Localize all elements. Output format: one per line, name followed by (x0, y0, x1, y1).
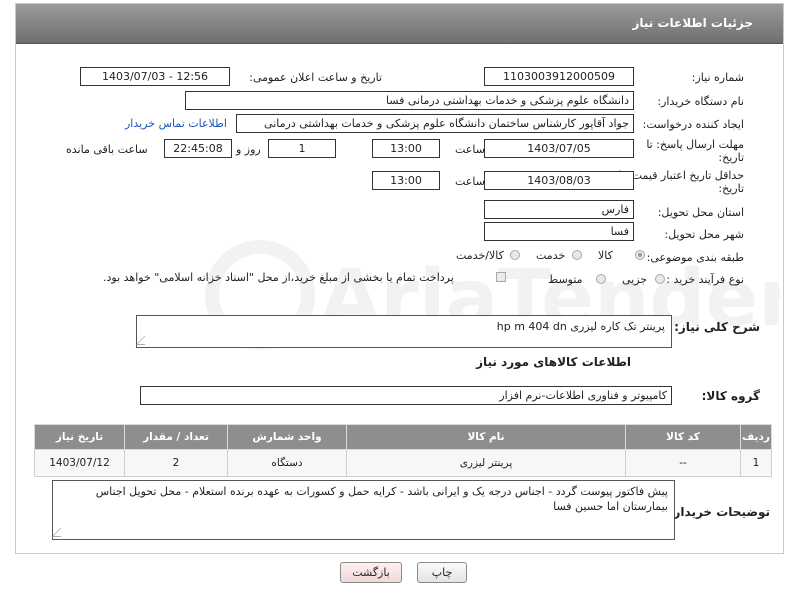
reply-deadline-label: مهلت ارسال پاسخ: تا (646, 138, 744, 151)
goods-group-field: کامپیوتر و فناوری اطلاعات-نرم افزار (140, 386, 672, 405)
page-title: جزئیات اطلاعات نیاز (632, 16, 753, 30)
category-goods-radio[interactable] (635, 250, 645, 260)
treasury-note: پرداخت تمام یا بخشی از مبلغ خرید،از محل … (103, 271, 454, 284)
price-validity-label-date: تاریخ: (718, 182, 744, 195)
goods-group-label: گروه کالا: (701, 389, 760, 403)
buyer-notes-label: توضیحات خریدار: (668, 505, 770, 519)
creator-field: جواد آقاپور کارشناس ساختمان دانشگاه علوم… (236, 114, 634, 133)
goods-info-title: اطلاعات کالاهای مورد نیاز (476, 355, 631, 369)
description-textarea: پرینتر تک کاره لیزری hp m 404 dn (135, 315, 672, 348)
reply-days-label: روز و (236, 143, 261, 156)
process-medium-radio[interactable] (596, 274, 606, 284)
need-number-label: شماره نیاز: (691, 71, 744, 84)
remaining-time-field: 22:45:08 (164, 139, 232, 158)
items-table: ردیف کد کالا نام کالا واحد شمارش تعداد /… (34, 424, 772, 477)
buyer-org-field: دانشگاه علوم پزشکی و خدمات بهداشتی درمان… (185, 91, 634, 110)
reply-time-label: ساعت (455, 143, 485, 156)
col-header-quantity: تعداد / مقدار (124, 424, 228, 450)
city-field: فسا (484, 222, 634, 241)
province-label: استان محل تحویل: (657, 206, 744, 219)
reply-time-field: 13:00 (372, 139, 440, 158)
col-header-need-date: تاریخ نیاز (34, 424, 125, 450)
col-header-name: نام کالا (346, 424, 626, 450)
buyer-contact-link[interactable]: اطلاعات تماس خریدار (125, 117, 227, 130)
back-button[interactable]: بازگشت (340, 562, 402, 583)
cell-need-date: 1403/07/12 (34, 449, 125, 477)
resize-handle-icon (135, 336, 154, 345)
category-goods-label: کالا (598, 249, 613, 262)
description-label: شرح کلی نیاز: (674, 320, 760, 334)
category-service-label: خدمت (536, 249, 566, 262)
treasury-checkbox[interactable] (496, 272, 506, 282)
category-label: طبقه بندی موضوعی: (646, 251, 744, 264)
col-header-row-number: ردیف (740, 424, 772, 450)
cell-code: -- (625, 449, 741, 477)
creator-label: ایجاد کننده درخواست: (642, 118, 744, 131)
remaining-time-label: ساعت باقی مانده (66, 143, 148, 156)
cell-quantity: 2 (124, 449, 228, 477)
reply-deadline-label-date: تاریخ: (718, 151, 744, 164)
province-field: فارس (484, 200, 634, 219)
announce-field: 1403/07/03 - 12:56 (80, 67, 230, 86)
price-validity-date-field: 1403/08/03 (484, 171, 634, 190)
buyer-org-label: نام دستگاه خریدار: (657, 95, 744, 108)
process-minor-radio[interactable] (655, 274, 665, 284)
city-label: شهر محل تحویل: (664, 228, 744, 241)
table-row: 1 -- پرینتر لیزری دستگاه 2 1403/07/12 (34, 449, 772, 477)
table-header-row: ردیف کد کالا نام کالا واحد شمارش تعداد /… (34, 424, 772, 450)
buyer-notes-textarea: پیش فاکتور پیوست گردد - اجناس درجه یک و … (51, 480, 675, 540)
price-validity-time-label: ساعت (455, 175, 485, 188)
process-medium-label: متوسط (548, 273, 583, 286)
category-both-radio[interactable] (510, 250, 520, 260)
process-minor-label: جزیی (622, 273, 648, 286)
resize-handle-icon (51, 528, 70, 537)
cell-name: پرینتر لیزری (346, 449, 626, 477)
header-bar: جزئیات اطلاعات نیاز (16, 4, 783, 44)
col-header-code: کد کالا (625, 424, 741, 450)
reply-date-field: 1403/07/05 (484, 139, 634, 158)
announce-label: تاریخ و ساعت اعلان عمومی: (249, 71, 382, 84)
cell-row-number: 1 (740, 449, 772, 477)
description-text: پرینتر تک کاره لیزری hp m 404 dn (496, 320, 665, 333)
need-number-field: 1103003912000509 (484, 67, 634, 86)
col-header-unit: واحد شمارش (227, 424, 347, 450)
price-validity-label: حداقل تاریخ اعتبار قیمت: تا (618, 169, 744, 182)
category-both-label: کالا/خدمت (456, 249, 504, 262)
reply-days-field: 1 (268, 139, 336, 158)
purchase-process-label: نوع فرآیند خرید : (666, 273, 744, 286)
price-validity-time-field: 13:00 (372, 171, 440, 190)
category-service-radio[interactable] (572, 250, 582, 260)
print-button[interactable]: چاپ (417, 562, 467, 583)
cell-unit: دستگاه (227, 449, 347, 477)
buyer-notes-text: پیش فاکتور پیوست گردد - اجناس درجه یک و … (95, 485, 668, 513)
